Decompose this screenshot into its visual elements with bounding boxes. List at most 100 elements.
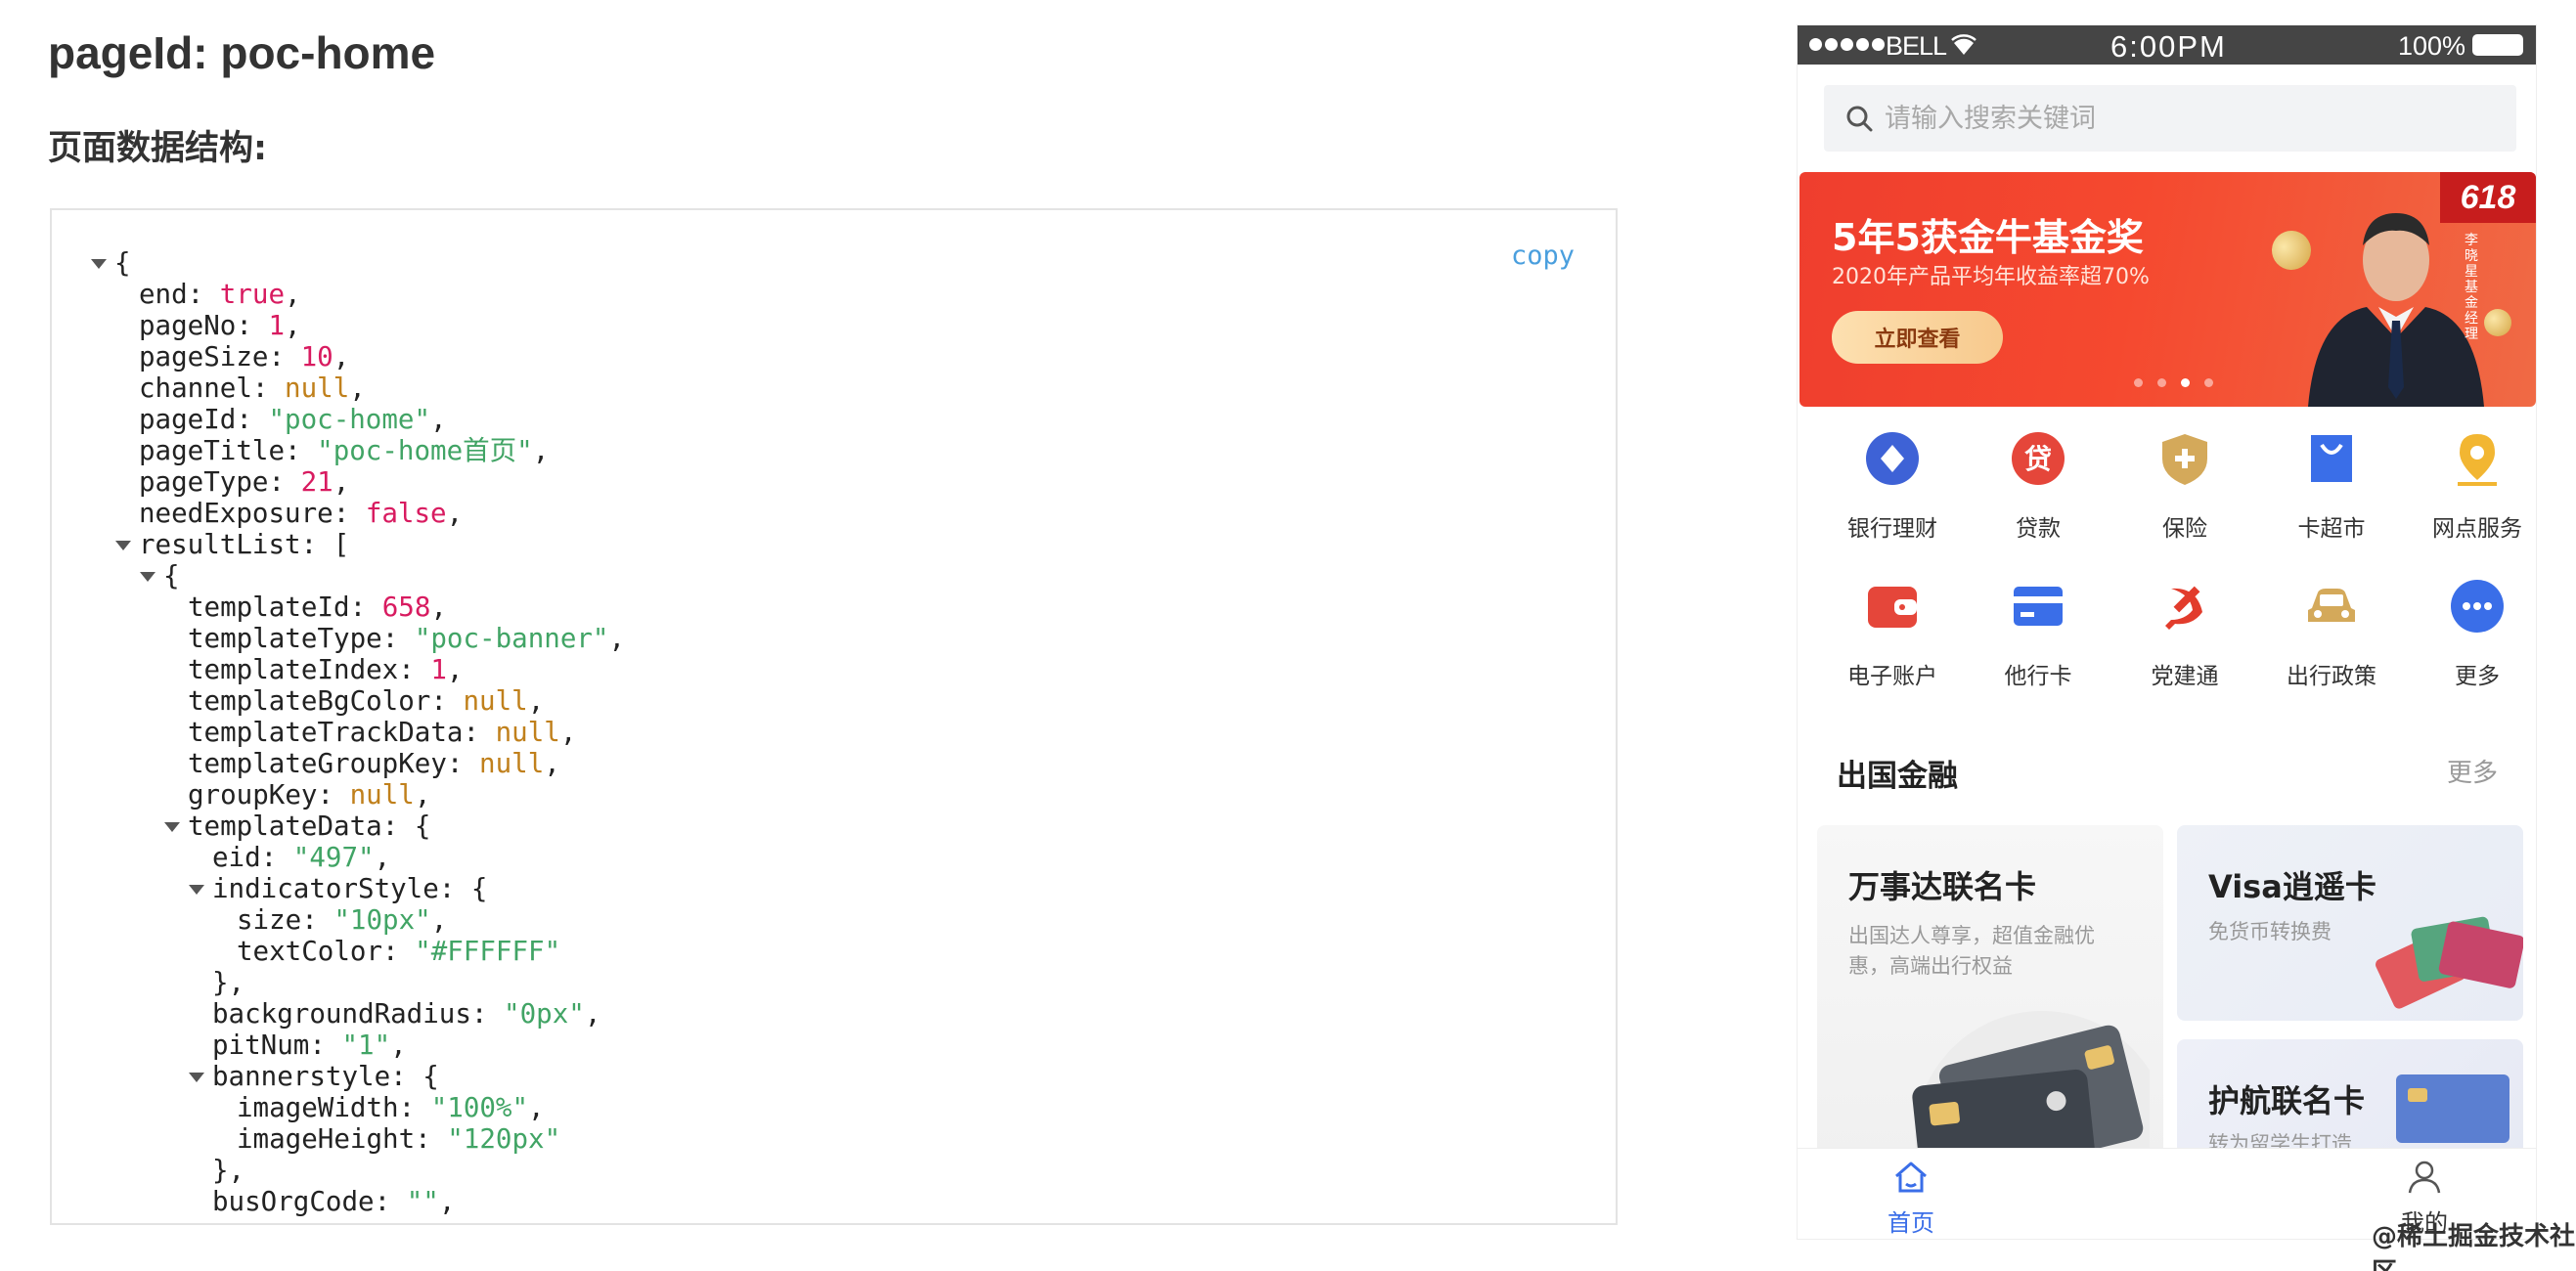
phone-preview: BELL 6:00PM 100% 5年5获金牛基金奖 2020年产品平均年收益率… [1797, 24, 2537, 1240]
json-value: { [470, 873, 488, 904]
json-value: "1" [341, 1030, 391, 1061]
json-key: backgroundRadius [212, 998, 471, 1030]
carousel-dot[interactable] [2204, 378, 2213, 387]
json-value: null [463, 685, 528, 717]
json-key: needExposure [139, 498, 333, 529]
grid-item-car[interactable]: 出行政策 [2258, 579, 2405, 706]
json-value: "#FFFFFF" [415, 936, 561, 967]
json-value: true [219, 279, 286, 310]
visa-card[interactable]: Visa逍遥卡 免货币转换费 [2177, 825, 2523, 1021]
json-key: pageId [139, 404, 237, 435]
banner-cta-button[interactable]: 立即查看 [1832, 311, 2003, 364]
collapse-toggle-icon[interactable] [189, 1073, 204, 1082]
wifi-icon [1951, 34, 1976, 55]
json-punctuation: { [114, 247, 131, 279]
diamond-icon [1866, 432, 1919, 485]
grid-item-label: 保险 [2162, 516, 2207, 542]
json-line: eid: "497", [212, 842, 391, 873]
json-line: templateGroupKey: null, [188, 748, 560, 779]
json-line[interactable]: templateData: { [91, 811, 625, 842]
json-key: indicatorStyle [212, 873, 439, 904]
carousel-dot[interactable] [2157, 378, 2166, 387]
tab-home[interactable]: 首页 [1838, 1149, 1984, 1239]
json-key: resultList [139, 529, 301, 560]
grid-item-label: 更多 [2455, 664, 2500, 689]
json-key: imageHeight [237, 1123, 416, 1155]
home-icon [1895, 1161, 1927, 1193]
collapse-toggle-icon[interactable] [140, 572, 155, 582]
json-line[interactable]: { [91, 247, 625, 279]
json-value: false [365, 498, 447, 529]
grid-item-location-pin[interactable]: 网点服务 [2404, 431, 2536, 558]
collapse-toggle-icon[interactable] [189, 885, 204, 895]
json-key: templateIndex [188, 654, 399, 685]
grid-item-diamond[interactable]: 银行理财 [1819, 431, 1966, 558]
credit-cards-illustration [2376, 916, 2523, 1009]
mastercard-card[interactable]: 万事达联名卡 出国达人尊享，超值金融优惠，高端出行权益 [1817, 825, 2163, 1167]
grid-item-loan[interactable]: 贷 贷款 [1965, 431, 2111, 558]
grid-item-bank-card[interactable]: 他行卡 [1965, 579, 2111, 706]
json-key: pitNum [212, 1030, 310, 1061]
json-key: templateBgColor [188, 685, 431, 717]
search-box[interactable] [1824, 85, 2516, 152]
grid-item-shopping-bag[interactable]: 卡超市 [2258, 431, 2405, 558]
grid-item-wallet[interactable]: 电子账户 [1819, 579, 1966, 706]
json-value: "120px" [447, 1123, 561, 1155]
credit-card-illustration [1912, 1011, 2150, 1167]
grid-item-label: 出行政策 [2287, 664, 2376, 689]
user-icon [2408, 1161, 2441, 1194]
promo-banner[interactable]: 5年5获金牛基金奖 2020年产品平均年收益率超70% 立即查看 李晓星 基金经… [1799, 172, 2536, 407]
hammer-sickle-icon [2165, 586, 2202, 630]
clock: 6:00PM [2110, 29, 2227, 64]
json-value: { [414, 811, 431, 842]
watermark: @稀土掘金技术社区 [2372, 1222, 2576, 1271]
page-title: pageId: poc-home [48, 27, 436, 78]
json-key: channel [139, 373, 252, 404]
svg-text:贷: 贷 [2024, 443, 2052, 475]
grid-item-more[interactable]: 更多 [2404, 579, 2536, 706]
json-key: imageWidth [237, 1092, 399, 1123]
json-line[interactable]: indicatorStyle: { [91, 873, 625, 904]
json-value: "100%" [430, 1092, 529, 1123]
json-line[interactable]: resultList: [ [91, 529, 625, 560]
collapse-toggle-icon[interactable] [91, 259, 107, 269]
section-title: 页面数据结构: [48, 129, 267, 168]
json-line: pageSize: 10, [139, 341, 350, 373]
collapse-toggle-icon[interactable] [164, 822, 180, 832]
grid-item-label: 贷款 [2016, 516, 2061, 542]
search-input[interactable] [1885, 99, 2471, 138]
json-tree: {end: true, pageNo: 1, pageSize: 10, channe… [91, 247, 625, 1217]
json-line: templateId: 658, [188, 592, 447, 623]
grid-item-hammer-sickle[interactable]: 党建通 [2111, 579, 2258, 706]
carrier-name: BELL [1886, 31, 1947, 61]
grid-item-shield-plus[interactable]: 保险 [2111, 431, 2258, 558]
json-line[interactable]: bannerstyle: { [91, 1061, 625, 1092]
json-line: templateType: "poc-banner", [188, 623, 626, 654]
json-line[interactable]: { [91, 560, 625, 592]
json-key: size [237, 904, 302, 936]
json-line: channel: null, [139, 373, 366, 404]
search-icon [1846, 106, 1873, 132]
grid-item-label: 银行理财 [1847, 516, 1937, 542]
banner-subtitle: 2020年产品平均年收益率超70% [1832, 265, 2150, 289]
json-key: templateTrackData [188, 717, 464, 748]
loan-icon: 贷 [2012, 432, 2065, 485]
copy-button[interactable]: copy [1511, 241, 1575, 271]
section-more-link[interactable]: 更多 [2447, 753, 2498, 789]
json-punctuation: { [163, 560, 180, 592]
collapse-toggle-icon[interactable] [115, 541, 131, 550]
json-punctuation: }, [212, 1155, 245, 1186]
carousel-indicator[interactable] [2134, 378, 2213, 387]
json-key: templateGroupKey [188, 748, 447, 779]
json-line: pageTitle: "poc-home首页", [139, 435, 550, 466]
json-line: templateBgColor: null, [188, 685, 545, 717]
json-line: busOrgCode: "", [212, 1186, 456, 1217]
wallet-icon [1868, 587, 1917, 628]
json-line: backgroundRadius: "0px", [212, 998, 601, 1030]
carousel-dot[interactable] [2134, 378, 2143, 387]
json-line: needExposure: false, [139, 498, 464, 529]
carousel-dot[interactable] [2181, 378, 2190, 387]
status-bar: BELL 6:00PM 100% [1798, 25, 2536, 65]
json-line: end: true, [139, 279, 301, 310]
grid-item-label: 他行卡 [2004, 664, 2072, 689]
